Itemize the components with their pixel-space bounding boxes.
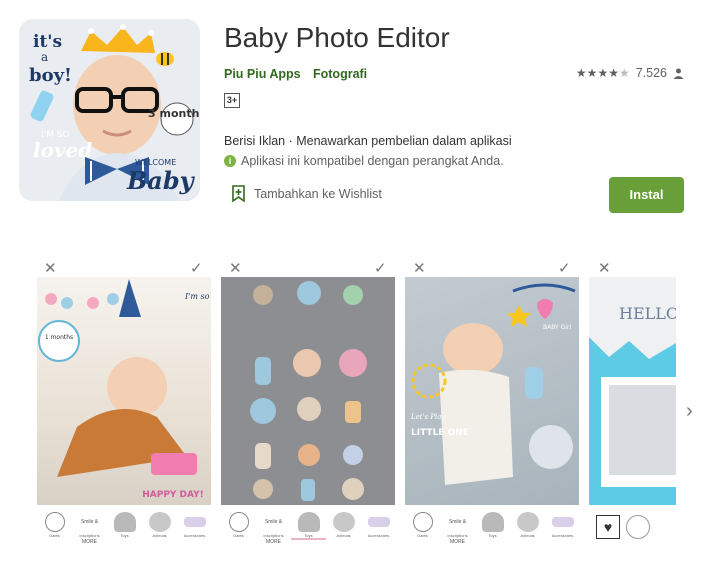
- compatibility-info: i Aplikasi ini kompatibel dengan perangk…: [224, 154, 504, 168]
- screenshot-1-loved-text: I'm so loved: [184, 292, 211, 301]
- screenshot-2[interactable]: [221, 277, 395, 505]
- rating-summary: ★★★★★ 7.526: [576, 66, 684, 80]
- screenshot-3-baby-girl: BABY Girl: [543, 324, 571, 331]
- tool-label: Accessories: [183, 533, 206, 538]
- tool-label: Dates: [417, 533, 428, 538]
- tool-label: Accessories: [551, 533, 574, 538]
- tool-label: Inscriptions: [447, 533, 468, 538]
- screenshot-3-little-one: LITTLE ONE: [411, 428, 469, 438]
- tool-animals[interactable]: Animals: [326, 512, 361, 540]
- rating-count: 7.526: [635, 66, 667, 80]
- tool-label: Inscriptions: [263, 533, 284, 538]
- add-to-wishlist-button[interactable]: Tambahkan ke Wishlist: [232, 185, 382, 202]
- developer-link[interactable]: Piu Piu Apps: [224, 67, 301, 81]
- tool-label: Dates: [49, 533, 60, 538]
- tool-dates[interactable]: Dates: [221, 512, 256, 540]
- icon-text-its: it's: [33, 32, 62, 52]
- category-link[interactable]: Fotografi: [313, 67, 367, 81]
- icon-text-baby: Baby: [126, 166, 196, 195]
- toolbar-4: ♥: [596, 515, 650, 539]
- screenshot-3-lets-play: Let's Play: [410, 413, 446, 421]
- toolbar-1: Dates Smile & MORE Inscriptions Toys Anim…: [37, 512, 212, 545]
- inscriptions-icon: Smile & MORE: [80, 519, 99, 545]
- tool-label: Animals: [520, 533, 535, 538]
- icon-text-boy: boy!: [29, 65, 72, 86]
- compatibility-text: Aplikasi ini kompatibel dengan perangkat…: [241, 154, 504, 168]
- close-icon[interactable]: ✕: [229, 259, 242, 277]
- chevron-right-icon[interactable]: ›: [686, 400, 693, 423]
- screenshot-1-caption: HAPPY DAY!: [142, 490, 204, 500]
- icon-text-loved: loved: [33, 138, 92, 162]
- tool-label: Toys: [120, 533, 129, 538]
- tool-label: Toys: [488, 533, 497, 538]
- screenshot-4[interactable]: HELLO: [589, 277, 676, 505]
- screenshot-3[interactable]: BABY Girl Let's Play LITTLE ONE: [405, 277, 579, 505]
- screenshot-1-badge-text: 1 months: [45, 334, 73, 341]
- tool-animals[interactable]: Animals: [142, 512, 177, 538]
- check-icon[interactable]: ✓: [190, 259, 203, 277]
- inscriptions-icon: Smile & MORE: [448, 519, 467, 545]
- tool-inscriptions[interactable]: Smile & MORE Inscriptions: [256, 512, 291, 545]
- app-icon-art: 3 months it's a boy! I'M SO loved WELCOM…: [19, 19, 200, 201]
- app-icon: 3 months it's a boy! I'M SO loved WELCOM…: [19, 19, 200, 201]
- bookmark-add-icon: [232, 185, 245, 202]
- tool-dates[interactable]: Dates: [405, 512, 440, 538]
- check-icon[interactable]: ✓: [374, 259, 387, 277]
- close-icon[interactable]: ✕: [598, 259, 611, 277]
- ads-info: Berisi Iklan · Menawarkan pembelian dala…: [224, 134, 512, 148]
- tool-label: Animals: [336, 533, 351, 538]
- tool-inscriptions[interactable]: Smile & MORE Inscriptions: [72, 512, 107, 545]
- tool-toys[interactable]: Toys: [475, 512, 510, 538]
- tool-label: Accessories: [367, 533, 390, 538]
- install-button[interactable]: Instal: [609, 177, 684, 213]
- toolbar-3: Dates Smile & MORE Inscriptions Toys Anim…: [405, 512, 580, 545]
- icon-badge-text: 3 months: [148, 107, 200, 120]
- tool-label: Toys: [304, 533, 313, 538]
- tool-toys[interactable]: Toys: [107, 512, 142, 538]
- person-icon: [673, 68, 684, 79]
- close-icon[interactable]: ✕: [413, 259, 426, 277]
- info-icon: i: [224, 155, 236, 167]
- tool-accessories[interactable]: Accessories: [361, 512, 396, 540]
- tool-accessories[interactable]: Accessories: [545, 512, 580, 538]
- tool-inscriptions[interactable]: Smile & MORE Inscriptions: [440, 512, 475, 545]
- inscriptions-icon: Smile & MORE: [264, 519, 283, 545]
- toolbar-2: Dates Smile & MORE Inscriptions Toys Anim…: [221, 512, 396, 545]
- heart-icon[interactable]: ♥: [596, 515, 620, 539]
- check-icon[interactable]: ✓: [558, 259, 571, 277]
- icon-text-a: a: [41, 50, 48, 64]
- tool-label: Animals: [152, 533, 167, 538]
- face-icon[interactable]: [626, 515, 650, 539]
- screenshot-4-hello: HELLO: [619, 304, 676, 323]
- tool-accessories[interactable]: Accessories: [177, 512, 212, 538]
- app-title: Baby Photo Editor: [224, 22, 450, 53]
- tool-toys[interactable]: Toys: [291, 512, 326, 540]
- tool-label: Inscriptions: [79, 533, 100, 538]
- screenshot-1[interactable]: I'm so loved 1 months HAPPY DAY!: [37, 277, 211, 505]
- tool-animals[interactable]: Animals: [510, 512, 545, 538]
- close-icon[interactable]: ✕: [44, 259, 57, 277]
- content-rating-badge: 3+: [224, 93, 240, 108]
- star-rating-icon: ★★★★★: [575, 66, 630, 80]
- tool-dates[interactable]: Dates: [37, 512, 72, 538]
- wishlist-label: Tambahkan ke Wishlist: [254, 186, 382, 201]
- tool-label: Dates: [233, 533, 244, 538]
